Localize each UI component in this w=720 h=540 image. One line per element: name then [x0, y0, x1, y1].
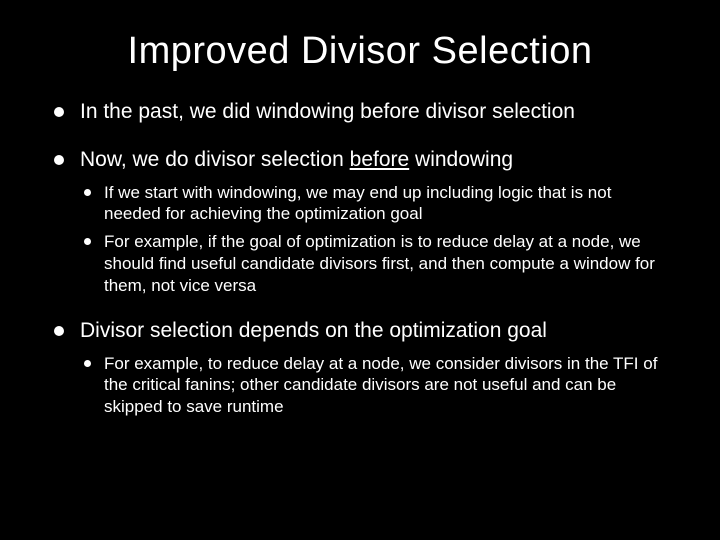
bullet-text: In the past, we did windowing before div…: [80, 100, 575, 123]
list-item: Divisor selection depends on the optimiz…: [50, 318, 670, 418]
bullet-text: windowing: [409, 148, 513, 171]
list-item: Now, we do divisor selection before wind…: [50, 147, 670, 296]
list-item: For example, to reduce delay at a node, …: [80, 353, 670, 418]
slide-title: Improved Divisor Selection: [50, 30, 670, 73]
bullet-text: For example, to reduce delay at a node, …: [104, 354, 657, 417]
bullet-text-underline: before: [350, 148, 410, 171]
list-item: For example, if the goal of optimization…: [80, 231, 670, 296]
sub-bullet-list: For example, to reduce delay at a node, …: [80, 353, 670, 418]
bullet-text: If we start with windowing, we may end u…: [104, 183, 611, 224]
bullet-text: For example, if the goal of optimization…: [104, 232, 655, 295]
bullet-text: Divisor selection depends on the optimiz…: [80, 319, 547, 342]
sub-bullet-list: If we start with windowing, we may end u…: [80, 182, 670, 297]
bullet-list: In the past, we did windowing before div…: [50, 99, 670, 418]
bullet-text: Now, we do divisor selection: [80, 148, 350, 171]
list-item: In the past, we did windowing before div…: [50, 99, 670, 125]
slide: Improved Divisor Selection In the past, …: [0, 0, 720, 540]
list-item: If we start with windowing, we may end u…: [80, 182, 670, 226]
